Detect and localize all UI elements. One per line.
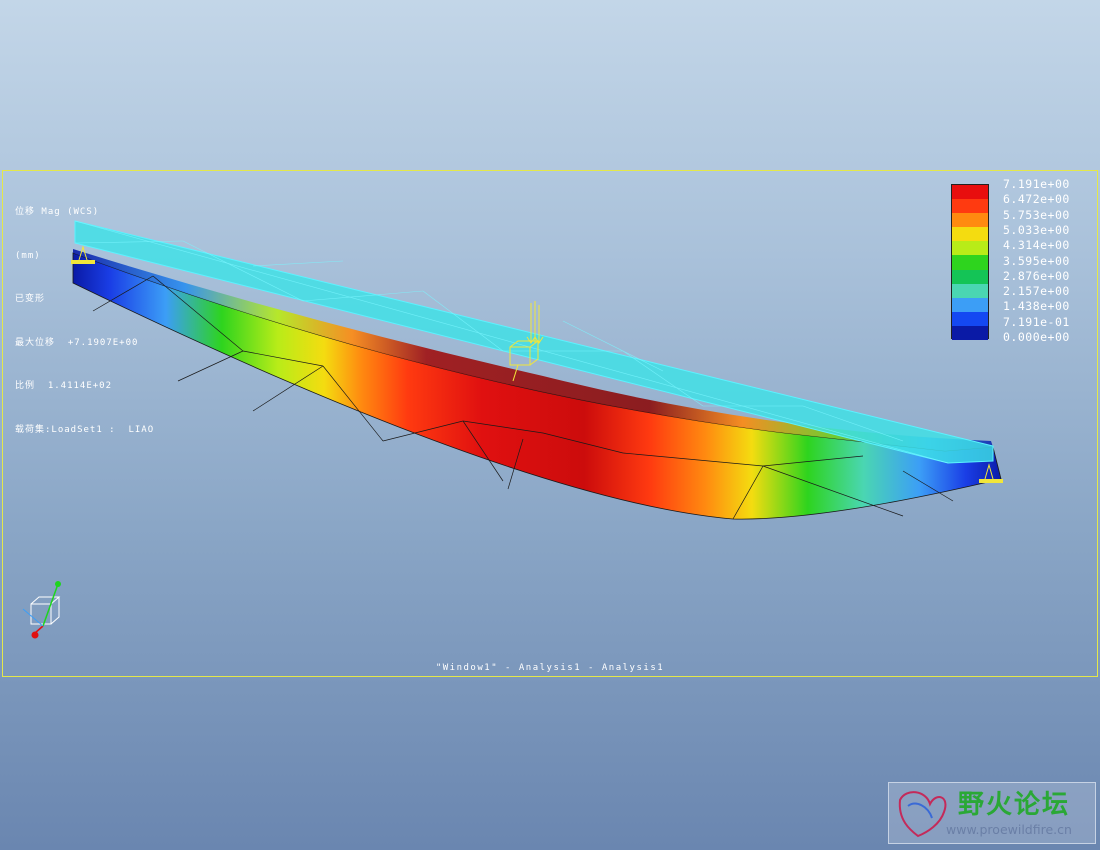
legend-label: 7.191e+00 <box>1003 177 1070 191</box>
legend-color-swatch <box>952 185 988 200</box>
legend-color-swatch <box>952 297 988 312</box>
result-info-text: 位移 Mag (WCS) (mm) 已变形 最大位移 +7.1907E+00 比… <box>15 176 154 466</box>
legend-color-bar <box>951 184 989 341</box>
legend-label: 1.438e+00 <box>1003 299 1070 314</box>
info-max-displacement: 最大位移 +7.1907E+00 <box>15 337 139 348</box>
deformed-beam <box>72 249 1002 520</box>
graphics-viewport[interactable]: 位移 Mag (WCS) (mm) 已变形 最大位移 +7.1907E+00 比… <box>2 170 1098 677</box>
legend-color-swatch <box>952 213 988 228</box>
legend-label: 4.314e+00 <box>1003 238 1070 253</box>
legend-label: 0.000e+00 <box>1003 330 1070 344</box>
window-caption: "Window1" - Analysis1 - Analysis1 <box>435 663 665 673</box>
legend-color-swatch <box>952 269 988 284</box>
legend-label: 6.472e+00 <box>1003 192 1070 207</box>
legend-color-swatch <box>952 255 988 270</box>
legend-label: 5.753e+00 <box>1003 207 1070 222</box>
legend-color-swatch <box>952 199 988 214</box>
legend-color-swatch <box>952 283 988 298</box>
legend-color-swatch <box>952 227 988 242</box>
watermark: 野火论坛 www.proewildfire.cn <box>888 782 1096 844</box>
info-units: (mm) <box>15 250 41 261</box>
watermark-title: 野火论坛 <box>958 790 1071 820</box>
coordinate-triad-icon <box>22 581 61 639</box>
info-deformed: 已变形 <box>15 294 46 304</box>
legend-color-swatch <box>952 325 988 341</box>
legend-label: 5.033e+00 <box>1003 222 1070 237</box>
legend-label: 3.595e+00 <box>1003 253 1070 268</box>
watermark-url: www.proewildfire.cn <box>946 822 1072 837</box>
legend-label: 2.157e+00 <box>1003 284 1070 299</box>
info-result-type: 位移 Mag (WCS) <box>15 207 100 217</box>
legend-label: 2.876e+00 <box>1003 268 1070 283</box>
legend-label: 7.191e-01 <box>1003 314 1070 329</box>
info-scale: 比例 1.4114E+02 <box>15 381 113 391</box>
legend-color-swatch <box>952 311 988 326</box>
legend-color-swatch <box>952 241 988 256</box>
info-load-set: 载荷集:LoadSet1 : LIAO <box>15 424 155 435</box>
fea-scene[interactable] <box>3 171 1097 676</box>
